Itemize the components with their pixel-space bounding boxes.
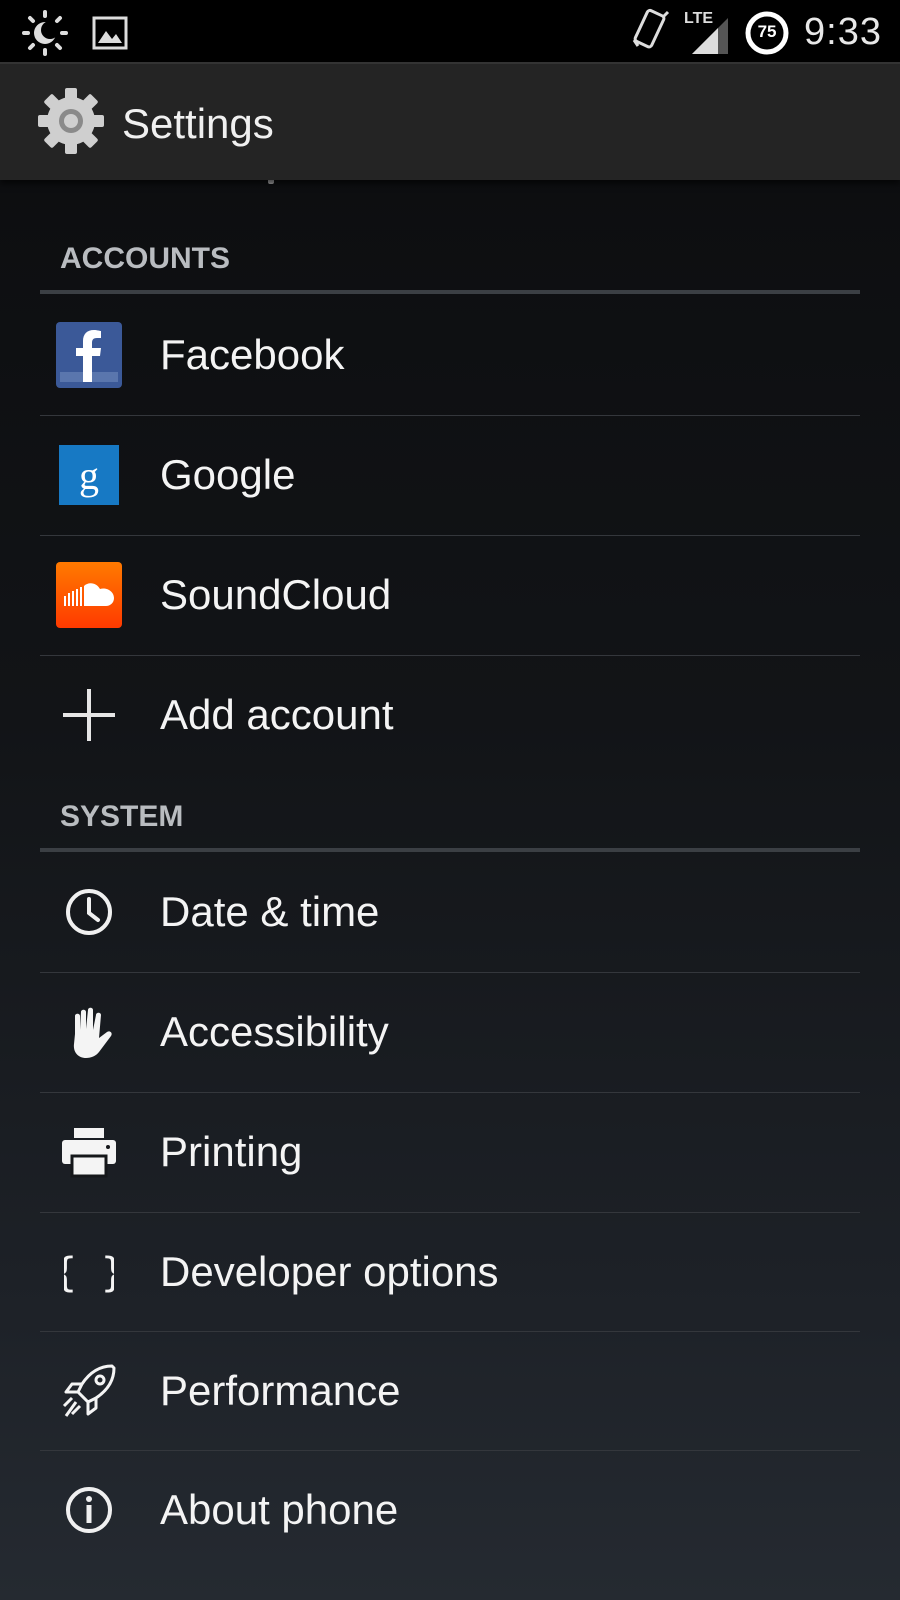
system-label: Date & time (160, 888, 380, 935)
plus-icon (56, 682, 122, 748)
system-item-performance[interactable]: Performance (40, 1331, 860, 1451)
clock-time: 9:33 (804, 11, 882, 53)
status-bar: LTE 75 9:33 (0, 0, 900, 62)
account-item-soundcloud[interactable]: SoundCloud (40, 535, 860, 655)
battery-level: 75 (757, 21, 777, 41)
hand-icon (56, 999, 122, 1065)
braces-icon: { } (56, 1239, 122, 1305)
account-label: Facebook (160, 331, 345, 378)
vibrate-icon (630, 6, 670, 59)
system-item-developer-options[interactable]: { } Developer options (40, 1212, 860, 1332)
clock-icon (56, 879, 122, 945)
system-label: Accessibility (160, 1008, 389, 1055)
page-title: Settings (122, 100, 274, 147)
system-item-accessibility[interactable]: Accessibility (40, 972, 860, 1092)
facebook-icon (56, 322, 122, 388)
network-label: LTE (684, 9, 714, 27)
account-item-google[interactable]: g Google (40, 415, 860, 535)
signal-icon: LTE (684, 8, 730, 58)
soundcloud-icon (56, 562, 122, 628)
google-icon: g (56, 442, 122, 508)
printer-icon (56, 1119, 122, 1185)
section-header-system: SYSTEM (60, 800, 184, 833)
svg-text:g: g (79, 453, 99, 498)
system-label: About phone (160, 1486, 399, 1533)
system-item-about-phone[interactable]: About phone (40, 1450, 860, 1570)
account-item-facebook[interactable]: Facebook (40, 295, 860, 415)
section-divider (40, 290, 860, 294)
info-icon (56, 1477, 122, 1543)
system-item-date-time[interactable]: Date & time (40, 852, 860, 972)
add-account-label: Add account (160, 691, 394, 738)
brightness-icon (22, 10, 68, 61)
system-item-printing[interactable]: Printing (40, 1092, 860, 1212)
system-label: Developer options (160, 1248, 499, 1295)
add-account-button[interactable]: Add account (40, 655, 860, 775)
system-label: Printing (160, 1128, 303, 1175)
battery-icon: 75 (744, 10, 790, 56)
section-header-accounts: ACCOUNTS (60, 242, 230, 275)
action-bar: Settings (0, 62, 900, 180)
gear-icon[interactable] (34, 84, 108, 158)
account-label: SoundCloud (160, 571, 392, 618)
system-label: Performance (160, 1367, 401, 1414)
svg-text:{ }: { } (64, 1250, 114, 1296)
rocket-icon (56, 1358, 122, 1424)
account-label: Google (160, 451, 296, 498)
image-icon (92, 15, 128, 56)
